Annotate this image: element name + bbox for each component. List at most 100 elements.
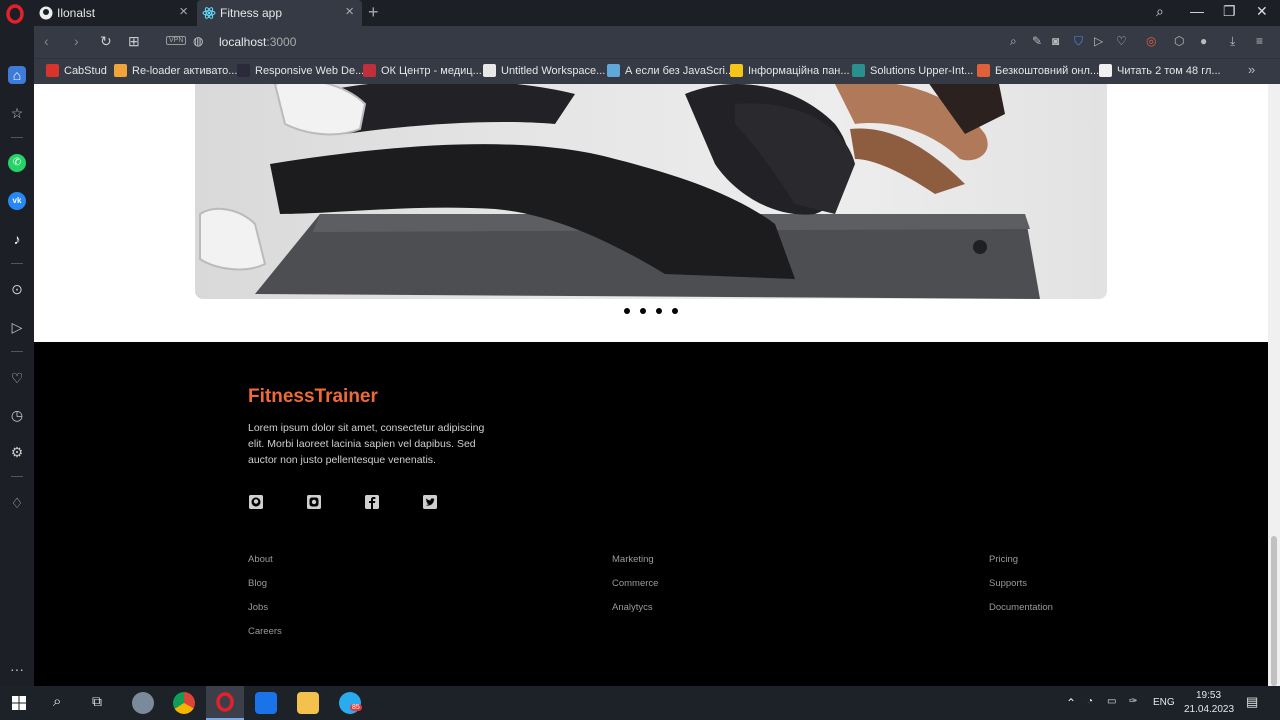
footer-link-marketing[interactable]: Marketing: [612, 554, 658, 566]
facebook-icon[interactable]: [365, 495, 379, 509]
sidebar-divider: [11, 476, 23, 477]
opera-taskbar-button[interactable]: [206, 686, 244, 720]
bookmark-item[interactable]: А если без JavaScri...: [607, 64, 734, 77]
maximize-icon[interactable]: ❐: [1223, 3, 1236, 20]
carousel-dot[interactable]: [656, 308, 662, 314]
forward-icon[interactable]: ›: [74, 33, 79, 49]
bookmark-item[interactable]: Responsive Web De...: [237, 64, 364, 77]
bookmark-icon: [46, 64, 59, 77]
app-icon[interactable]: [132, 692, 154, 714]
clock-date[interactable]: 21.04.2023: [1184, 704, 1234, 715]
carousel-image: [195, 84, 1107, 299]
carousel-dot[interactable]: [640, 308, 646, 314]
more-bookmarks-icon[interactable]: »: [1248, 62, 1255, 77]
carousel-dot[interactable]: [672, 308, 678, 314]
url-field[interactable]: localhost:3000: [219, 35, 296, 49]
bookmark-item[interactable]: Інформаційна пан...: [730, 64, 850, 77]
carousel-dot[interactable]: [624, 308, 630, 314]
webstorm-icon[interactable]: [255, 692, 277, 714]
search-tabs-icon[interactable]: ⌕: [1156, 3, 1164, 20]
settings-icon[interactable]: ⚙: [8, 443, 26, 461]
opera-logo-icon[interactable]: [5, 4, 25, 24]
bookmarks-heart-icon[interactable]: ♡: [8, 369, 26, 387]
reload-icon[interactable]: ↻: [100, 33, 112, 50]
search-icon[interactable]: ⌕: [53, 693, 61, 710]
footer-link-blog[interactable]: Blog: [248, 578, 282, 590]
globe-icon[interactable]: ◍: [193, 34, 203, 48]
chrome-icon[interactable]: [173, 692, 195, 714]
search-icon[interactable]: ⌕: [1010, 34, 1017, 49]
new-tab-icon[interactable]: +: [368, 2, 379, 23]
close-window-icon[interactable]: ✕: [1256, 3, 1268, 20]
battery-icon[interactable]: ▭: [1107, 696, 1116, 707]
footer-link-analytics[interactable]: Analytycs: [612, 602, 658, 614]
bookmark-item[interactable]: ОК Центр - медиц...: [363, 64, 482, 77]
bookmark-item[interactable]: CabStud: [46, 64, 107, 77]
windows-taskbar: ⌕ ⧉ 85 ⌃ ◔ ▭ ✑ ENG 19:53 21.04.2023 ▤: [0, 686, 1280, 720]
page-scrollbar[interactable]: [1268, 84, 1280, 686]
footer-column-support: Pricing Supports Documentation: [989, 554, 1053, 626]
tab-fitness-app[interactable]: Fitness app ×: [197, 0, 362, 26]
pen-icon[interactable]: ✑: [1129, 696, 1137, 707]
tab-github[interactable]: Ilonalst ×: [34, 0, 196, 26]
footer-link-pricing[interactable]: Pricing: [989, 554, 1053, 566]
footer-link-commerce[interactable]: Commerce: [612, 578, 658, 590]
github-icon[interactable]: [249, 495, 263, 509]
scrollbar-thumb[interactable]: [1271, 536, 1277, 686]
download-icon[interactable]: ⤓: [1230, 34, 1235, 49]
player-icon[interactable]: ⊙: [8, 280, 26, 298]
twitter-icon[interactable]: [423, 495, 437, 509]
tiles-icon[interactable]: ⊞: [128, 33, 140, 50]
instagram-icon[interactable]: [307, 495, 321, 509]
tab-label: Fitness app: [220, 6, 283, 20]
task-view-icon[interactable]: ⧉: [92, 693, 102, 710]
bookmark-item[interactable]: Безкоштовний онл...: [977, 64, 1099, 77]
edit-icon[interactable]: ✎: [1032, 34, 1042, 48]
windows-start-icon[interactable]: [12, 696, 26, 710]
flow-icon[interactable]: ▷: [8, 318, 26, 336]
send-icon[interactable]: ▷: [1094, 34, 1103, 48]
clock-time[interactable]: 19:53: [1196, 690, 1221, 701]
shield-icon[interactable]: ⛉: [1074, 34, 1083, 49]
close-tab-icon[interactable]: ×: [179, 4, 188, 19]
whatsapp-icon[interactable]: ✆: [8, 154, 26, 172]
vk-icon[interactable]: vk: [8, 192, 26, 210]
bookmark-icon: [483, 64, 496, 77]
home-icon[interactable]: ⌂: [8, 66, 26, 84]
heart-icon[interactable]: ♡: [1116, 34, 1127, 48]
settings-menu-icon[interactable]: ≡: [1256, 34, 1263, 48]
footer-link-about[interactable]: About: [248, 554, 282, 566]
bookmark-icon: [852, 64, 865, 77]
bookmark-item[interactable]: Re-loader активато...: [114, 64, 237, 77]
tray-network-icon[interactable]: ◔: [1087, 696, 1093, 707]
back-icon[interactable]: ‹: [44, 33, 49, 49]
carousel-dots: [624, 308, 678, 314]
color-ring-icon[interactable]: ◎: [1146, 34, 1156, 48]
bookmark-item[interactable]: Читать 2 том 48 гл...: [1099, 64, 1221, 77]
bookmark-item[interactable]: Solutions Upper-Int...: [852, 64, 973, 77]
language-indicator[interactable]: ENG: [1153, 697, 1175, 708]
footer-link-jobs[interactable]: Jobs: [248, 602, 282, 614]
camera-icon[interactable]: ◙: [1052, 34, 1059, 48]
history-icon[interactable]: ◷: [8, 406, 26, 424]
more-options-icon[interactable]: ···: [8, 660, 26, 678]
profile-icon[interactable]: ●: [1200, 34, 1207, 48]
footer-link-careers[interactable]: Careers: [248, 626, 282, 638]
tiktok-icon[interactable]: ♪: [8, 230, 26, 248]
footer-link-documentation[interactable]: Documentation: [989, 602, 1053, 614]
tray-chevron-icon[interactable]: ⌃: [1066, 696, 1076, 710]
lightbulb-icon[interactable]: ♢: [8, 494, 26, 512]
speed-dial-icon[interactable]: ☆: [8, 104, 26, 122]
file-explorer-icon[interactable]: [297, 692, 319, 714]
minimize-icon[interactable]: —: [1190, 3, 1204, 19]
bookmark-icon: [730, 64, 743, 77]
bookmark-icon: [363, 64, 376, 77]
footer-link-supports[interactable]: Supports: [989, 578, 1053, 590]
cube-icon[interactable]: ⬡: [1174, 34, 1184, 48]
footer-brand[interactable]: FitnessTrainer: [248, 386, 378, 408]
bookmark-item[interactable]: Untitled Workspace...: [483, 64, 605, 77]
github-icon: [39, 6, 53, 20]
close-tab-icon[interactable]: ×: [345, 4, 354, 19]
vpn-badge[interactable]: VPN: [166, 36, 187, 45]
notifications-icon[interactable]: ▤: [1246, 694, 1258, 710]
